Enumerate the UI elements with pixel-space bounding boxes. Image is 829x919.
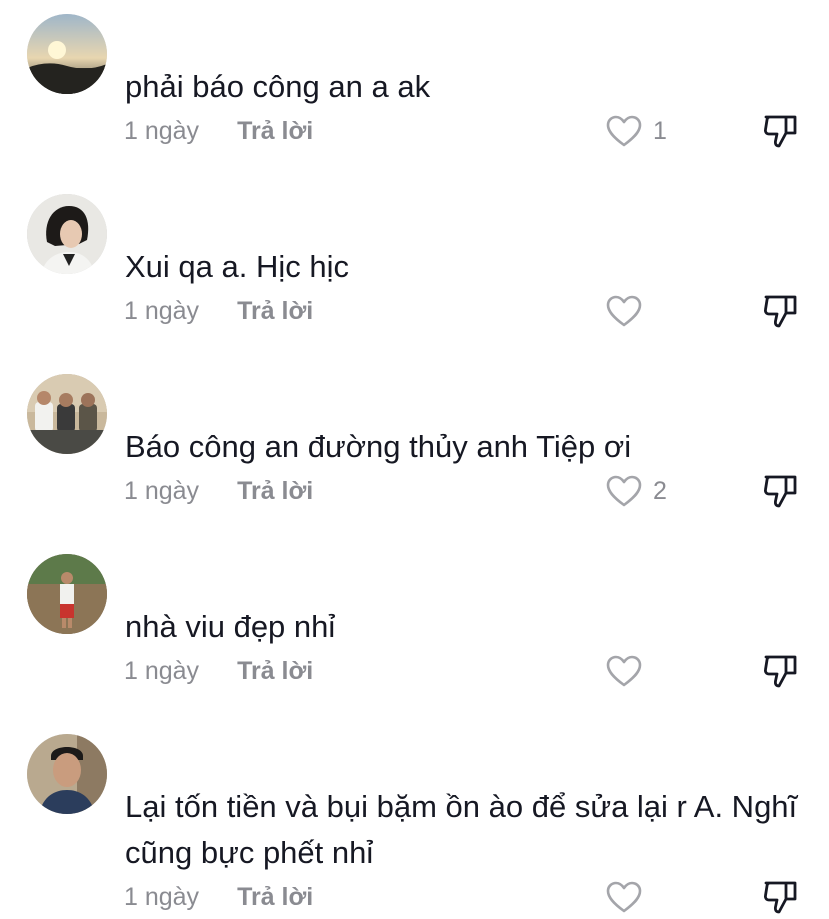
comment-item: nhà viu đẹp nhỉ 1 ngày Trả lời xyxy=(0,554,829,734)
thumbs-down-icon xyxy=(764,655,797,688)
comment-meta: 1 ngày Trả lời xyxy=(124,113,313,149)
comment-meta: 1 ngày Trả lời xyxy=(124,473,313,509)
group-photo-avatar-icon xyxy=(27,374,107,454)
comment-time: 1 ngày xyxy=(124,296,200,325)
comment-meta: 1 ngày Trả lời xyxy=(124,879,313,915)
thumbs-down-icon xyxy=(764,295,797,328)
comment-time: 1 ngày xyxy=(124,882,200,911)
comment-item: Lại tốn tiền và bụi bặm ồn ào để sửa lại… xyxy=(0,734,829,919)
reply-button[interactable]: Trả lời xyxy=(237,883,313,912)
comment-text: phải báo công an a ak xyxy=(125,69,431,104)
comment-text: Xui qa a. Hịc hịc xyxy=(125,249,349,284)
avatar[interactable] xyxy=(27,374,107,454)
person-outdoor-avatar-icon xyxy=(27,554,107,634)
sunset-avatar-icon xyxy=(27,14,107,94)
heart-outline-icon xyxy=(606,881,642,913)
avatar[interactable] xyxy=(27,734,107,814)
comment-item: phải báo công an a ak 1 ngày Trả lời 1 xyxy=(0,14,829,194)
avatar[interactable] xyxy=(27,194,107,274)
dislike-button[interactable] xyxy=(760,293,800,329)
comment-time: 1 ngày xyxy=(124,476,200,505)
reply-button[interactable]: Trả lời xyxy=(237,117,313,146)
like-button[interactable] xyxy=(605,879,653,915)
heart-outline-icon xyxy=(606,475,642,507)
avatar[interactable] xyxy=(27,554,107,634)
comment-meta: 1 ngày Trả lời xyxy=(124,293,313,329)
comment-time: 1 ngày xyxy=(124,656,200,685)
thumbs-down-icon xyxy=(764,475,797,508)
like-button[interactable]: 2 xyxy=(605,473,667,509)
comment-text: Báo công an đường thủy anh Tiệp ơi xyxy=(125,429,632,464)
comment-text: Lại tốn tiền và bụi bặm ồn ào để sửa lại… xyxy=(125,789,798,870)
man-portrait-avatar-icon xyxy=(27,734,107,814)
dislike-button[interactable] xyxy=(760,879,800,915)
comment-text: nhà viu đẹp nhỉ xyxy=(125,609,336,644)
comment-item: Báo công an đường thủy anh Tiệp ơi 1 ngà… xyxy=(0,374,829,554)
girl-portrait-avatar-icon xyxy=(27,194,107,274)
thumbs-down-icon xyxy=(764,115,797,148)
like-count: 1 xyxy=(653,116,667,145)
avatar[interactable] xyxy=(27,14,107,94)
dislike-button[interactable] xyxy=(760,473,800,509)
like-button[interactable] xyxy=(605,653,653,689)
heart-outline-icon xyxy=(606,655,642,687)
thumbs-down-icon xyxy=(764,881,797,914)
like-count: 2 xyxy=(653,476,667,505)
comment-item: Xui qa a. Hịc hịc 1 ngày Trả lời xyxy=(0,194,829,374)
dislike-button[interactable] xyxy=(760,653,800,689)
comment-time: 1 ngày xyxy=(124,116,200,145)
comment-meta: 1 ngày Trả lời xyxy=(124,653,313,689)
heart-outline-icon xyxy=(606,115,642,147)
like-button[interactable] xyxy=(605,293,653,329)
reply-button[interactable]: Trả lời xyxy=(237,477,313,506)
reply-button[interactable]: Trả lời xyxy=(237,657,313,686)
reply-button[interactable]: Trả lời xyxy=(237,297,313,326)
dislike-button[interactable] xyxy=(760,113,800,149)
like-button[interactable]: 1 xyxy=(605,113,667,149)
heart-outline-icon xyxy=(606,295,642,327)
